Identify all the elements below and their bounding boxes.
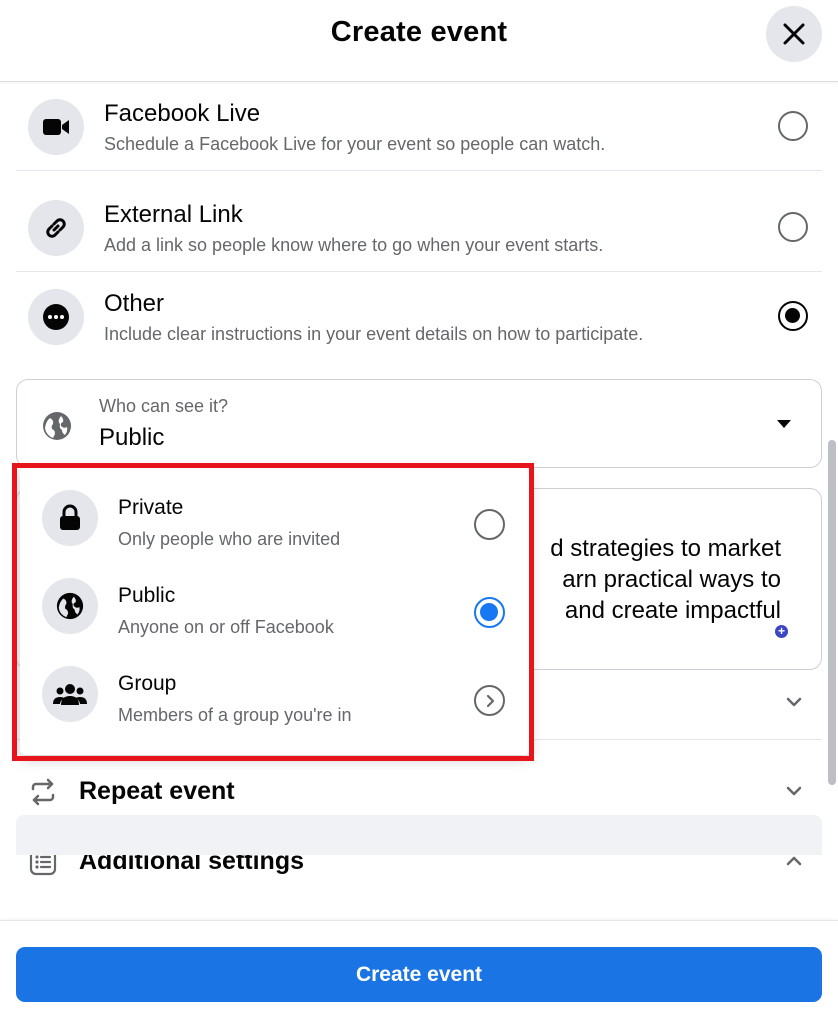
privacy-value: Public <box>99 424 165 451</box>
more-icon <box>28 289 84 345</box>
radio-external-link[interactable] <box>778 212 808 242</box>
page-title: Create event <box>330 16 508 48</box>
chevron-down-icon <box>784 692 804 712</box>
video-camera-icon <box>28 99 84 155</box>
option-external-link[interactable]: External Link Add a link so people know … <box>16 183 822 272</box>
privacy-select[interactable]: Who can see it? Public <box>16 379 822 468</box>
option-subtitle: Add a link so people know where to go wh… <box>104 235 604 255</box>
header: Create event <box>0 0 838 82</box>
chevron-down-icon <box>784 781 804 801</box>
privacy-label: Who can see it? <box>99 396 229 416</box>
globe-icon <box>43 412 71 440</box>
radio-facebook-live[interactable] <box>778 111 808 141</box>
option-other[interactable]: Other Include clear instructions in your… <box>16 272 822 361</box>
highlight-frame <box>12 463 534 761</box>
caret-down-icon <box>777 420 791 428</box>
radio-other-selected[interactable] <box>778 301 808 331</box>
add-icon[interactable]: + <box>775 625 788 638</box>
create-event-button[interactable]: Create event <box>16 947 822 1002</box>
option-facebook-live[interactable]: Facebook Live Schedule a Facebook Live f… <box>16 82 822 171</box>
repeat-icon <box>26 775 60 809</box>
section-title: Repeat event <box>79 777 235 805</box>
link-icon <box>28 200 84 256</box>
close-button[interactable] <box>766 6 822 62</box>
close-icon <box>783 23 805 45</box>
option-subtitle: Schedule a Facebook Live for your event … <box>104 134 606 154</box>
option-title: External Link <box>104 201 243 228</box>
scrollbar[interactable] <box>828 440 836 785</box>
option-subtitle: Include clear instructions in your event… <box>104 324 644 344</box>
option-title: Other <box>104 290 165 317</box>
footer: Create event <box>0 920 838 1024</box>
additional-settings-content <box>16 815 822 855</box>
option-title: Facebook Live <box>104 100 261 127</box>
